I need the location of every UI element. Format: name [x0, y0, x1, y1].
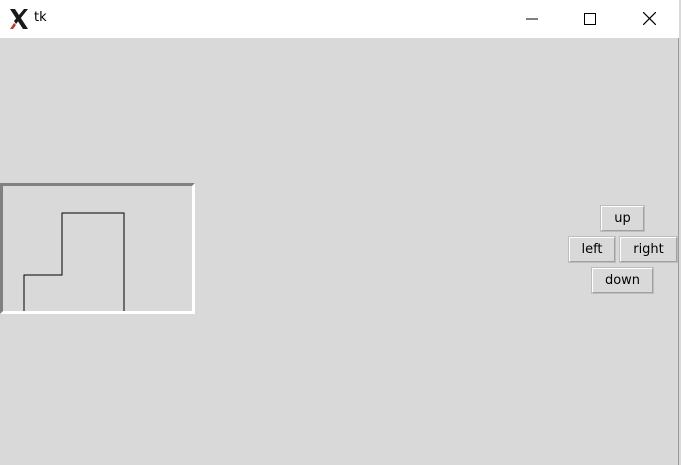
minimize-icon: [526, 10, 538, 29]
right-button[interactable]: right: [619, 236, 678, 263]
up-button[interactable]: up: [600, 205, 645, 232]
maximize-button[interactable]: [561, 0, 619, 38]
down-button[interactable]: down: [591, 267, 654, 294]
close-icon: [642, 10, 656, 29]
x-logo-icon: [7, 7, 31, 31]
minimize-button[interactable]: [503, 0, 561, 38]
app-window: tk up left right down: [0, 0, 679, 465]
drawing-canvas[interactable]: [0, 183, 195, 314]
path-line: [23, 212, 125, 311]
left-button[interactable]: left: [568, 236, 616, 263]
window-title: tk: [34, 10, 47, 25]
close-button[interactable]: [620, 0, 678, 38]
canvas-drawing: [23, 212, 125, 311]
title-bar[interactable]: tk: [0, 0, 679, 38]
maximize-icon: [584, 10, 596, 29]
